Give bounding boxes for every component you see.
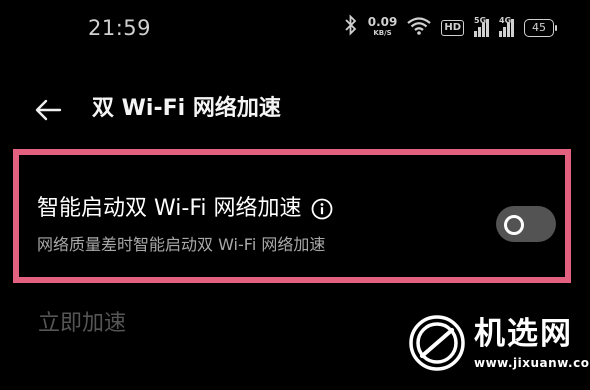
setting-title-label: 智能启动双 Wi-Fi 网络加速 <box>37 196 302 221</box>
back-arrow-icon[interactable] <box>30 92 66 128</box>
smart-acceleration-toggle[interactable] <box>496 206 556 242</box>
setting-subtitle: 网络质量差时智能启动双 Wi-Fi 网络加速 <box>37 235 326 254</box>
net-speed-unit: KB/S <box>373 29 392 37</box>
sim2-label: 4G <box>499 16 512 25</box>
watermark-text: 机选网 <box>474 316 573 352</box>
info-icon[interactable] <box>311 198 333 220</box>
bluetooth-icon <box>344 14 358 42</box>
toggle-knob <box>504 215 524 235</box>
watermark-url: www.jixuanw.com <box>474 356 590 370</box>
setting-title: 智能启动双 Wi-Fi 网络加速 <box>37 193 333 225</box>
sim1-signal-icon: 5G <box>474 16 489 37</box>
sim1-label: 5G <box>474 16 487 25</box>
battery-level: 45 <box>532 21 546 34</box>
status-time: 21:59 <box>88 16 152 40</box>
sim2-signal-icon: 4G <box>499 16 514 37</box>
hd-badge: HD <box>441 20 464 36</box>
watermark-logo-icon <box>408 314 466 372</box>
net-speed-value: 0.09 <box>367 15 398 29</box>
wifi-icon <box>407 17 432 39</box>
net-speed: 0.09 KB/S <box>367 15 398 39</box>
accelerate-now-item[interactable]: 立即加速 <box>38 308 126 340</box>
watermark: 机选网 www.jixuanw.com <box>402 300 590 390</box>
page-title: 双 Wi-Fi 网络加速 <box>92 96 281 121</box>
status-icons: 0.09 KB/S HD 5G 4G 45 <box>344 14 557 42</box>
battery-icon: 45 <box>524 19 557 37</box>
status-bar: 21:59 0.09 KB/S HD 5G 4G 45 <box>0 0 590 60</box>
